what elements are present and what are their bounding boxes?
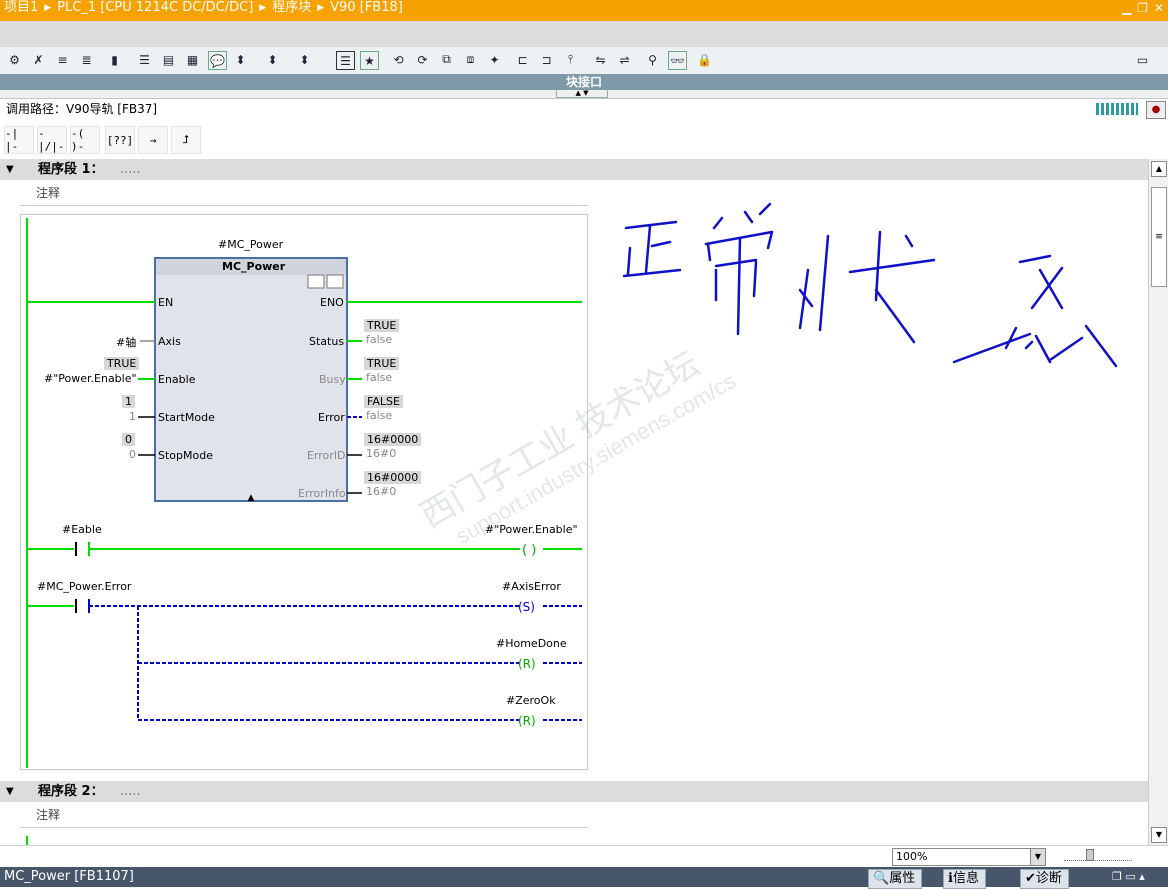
- pin-stopmode: StopMode: [158, 449, 213, 462]
- busy-monitor-value: TRUE: [364, 357, 400, 370]
- coil-home-done[interactable]: #HomeDone: [496, 637, 567, 650]
- tab-properties[interactable]: 🔍属性: [868, 869, 923, 889]
- tab-info-label: 信息: [952, 871, 979, 886]
- pin-errorid: ErrorID: [307, 449, 346, 462]
- contact-eable[interactable]: #Eable: [62, 523, 102, 536]
- zoom-slider[interactable]: [1064, 854, 1132, 861]
- pin-eno: ENO: [320, 296, 344, 309]
- scroll-thumb[interactable]: ≡: [1151, 187, 1167, 287]
- error-value: false: [366, 409, 393, 422]
- collapse-icon[interactable]: ▼: [6, 781, 14, 802]
- rung2-coil: ( ): [522, 543, 536, 558]
- tab-diagnostics[interactable]: ✔诊断: [1020, 869, 1069, 889]
- watermark-line1: 西门子工业 技术论坛: [414, 345, 706, 536]
- enable-operand[interactable]: #"Power.Enable": [44, 372, 137, 385]
- status-bar: MC_Power [FB1107] 🔍属性 ℹ信息 ✔诊断 ❐ ▭ ▴: [0, 867, 1168, 889]
- status-value: false: [366, 333, 393, 346]
- coil-zero-ok[interactable]: #ZeroOk: [506, 694, 556, 707]
- reset-coil-zerook: (R): [518, 714, 536, 728]
- network-2-comment[interactable]: 注释: [20, 802, 588, 828]
- vertical-scrollbar[interactable]: ▲ ≡ ▼: [1148, 159, 1168, 845]
- pin-error: Error: [318, 411, 345, 424]
- zoom-select[interactable]: 100% ▼: [892, 848, 1046, 866]
- status-icon[interactable]: ●: [1146, 101, 1166, 119]
- axis-operand[interactable]: #轴: [116, 334, 136, 350]
- fb-lock-icon: [307, 274, 325, 289]
- set-coil: (S): [518, 600, 535, 614]
- zoom-value: 100%: [896, 850, 928, 863]
- editor-bottom-bar: 100% ▼: [0, 845, 1168, 868]
- coil-axis-error[interactable]: #AxisError: [502, 580, 561, 593]
- fb-instance-name[interactable]: #MC_Power: [218, 238, 283, 251]
- error-monitor-value: FALSE: [364, 395, 403, 408]
- pin-errorinfo: ErrorInfo: [298, 487, 346, 500]
- panel-controls-icon[interactable]: ❐ ▭ ▴: [1112, 867, 1145, 887]
- zoom-slider-thumb[interactable]: [1086, 849, 1094, 861]
- coil-power-enable[interactable]: #"Power.Enable": [485, 523, 578, 536]
- close-icon[interactable]: ✕: [1154, 0, 1164, 16]
- stopmode-value[interactable]: 0: [129, 448, 136, 461]
- errorid-monitor-value: 16#0000: [364, 433, 422, 446]
- stopmode-monitor-value: 0: [122, 433, 135, 446]
- properties-icon: 🔍: [873, 871, 890, 886]
- startmode-value[interactable]: 1: [129, 410, 136, 423]
- startmode-monitor-value: 1: [122, 395, 135, 408]
- pin-enable: Enable: [158, 373, 196, 386]
- pin-axis: Axis: [158, 335, 181, 348]
- tab-info[interactable]: ℹ信息: [943, 869, 986, 889]
- errorid-value: 16#0: [366, 447, 397, 460]
- pin-status: Status: [309, 335, 345, 348]
- dropdown-icon[interactable]: ▼: [1030, 849, 1045, 865]
- status-selected-object: MC_Power [FB1107]: [4, 869, 134, 884]
- tab-properties-label: 属性: [889, 871, 916, 886]
- contact-mc-power-error[interactable]: #MC_Power.Error: [37, 580, 131, 593]
- enable-monitor-value: TRUE: [104, 357, 140, 370]
- fb-help-icon: [326, 274, 344, 289]
- busy-value: false: [366, 371, 393, 384]
- network-2-header[interactable]: ▼ 程序段 2： .....: [0, 781, 1148, 802]
- tab-diagnostics-label: 诊断: [1035, 871, 1062, 886]
- fb-type-name: MC_Power: [222, 260, 286, 273]
- errorinfo-value: 16#0: [366, 485, 397, 498]
- scroll-up-icon[interactable]: ▲: [1151, 161, 1167, 177]
- pin-busy: Busy: [319, 373, 346, 386]
- pin-startmode: StartMode: [158, 411, 215, 424]
- fb-expand-icon: ▲: [248, 493, 255, 503]
- diagnostics-icon: ✔: [1025, 871, 1036, 886]
- network-2-title: 程序段 2：: [38, 784, 104, 799]
- handwriting-strokes: [622, 202, 1118, 368]
- reset-coil-homedone: (R): [518, 657, 536, 671]
- errorinfo-monitor-value: 16#0000: [364, 471, 422, 484]
- pin-en: EN: [158, 296, 174, 309]
- network-2-dots: .....: [120, 784, 141, 799]
- status-monitor-value: TRUE: [364, 319, 400, 332]
- scroll-down-icon[interactable]: ▼: [1151, 827, 1167, 843]
